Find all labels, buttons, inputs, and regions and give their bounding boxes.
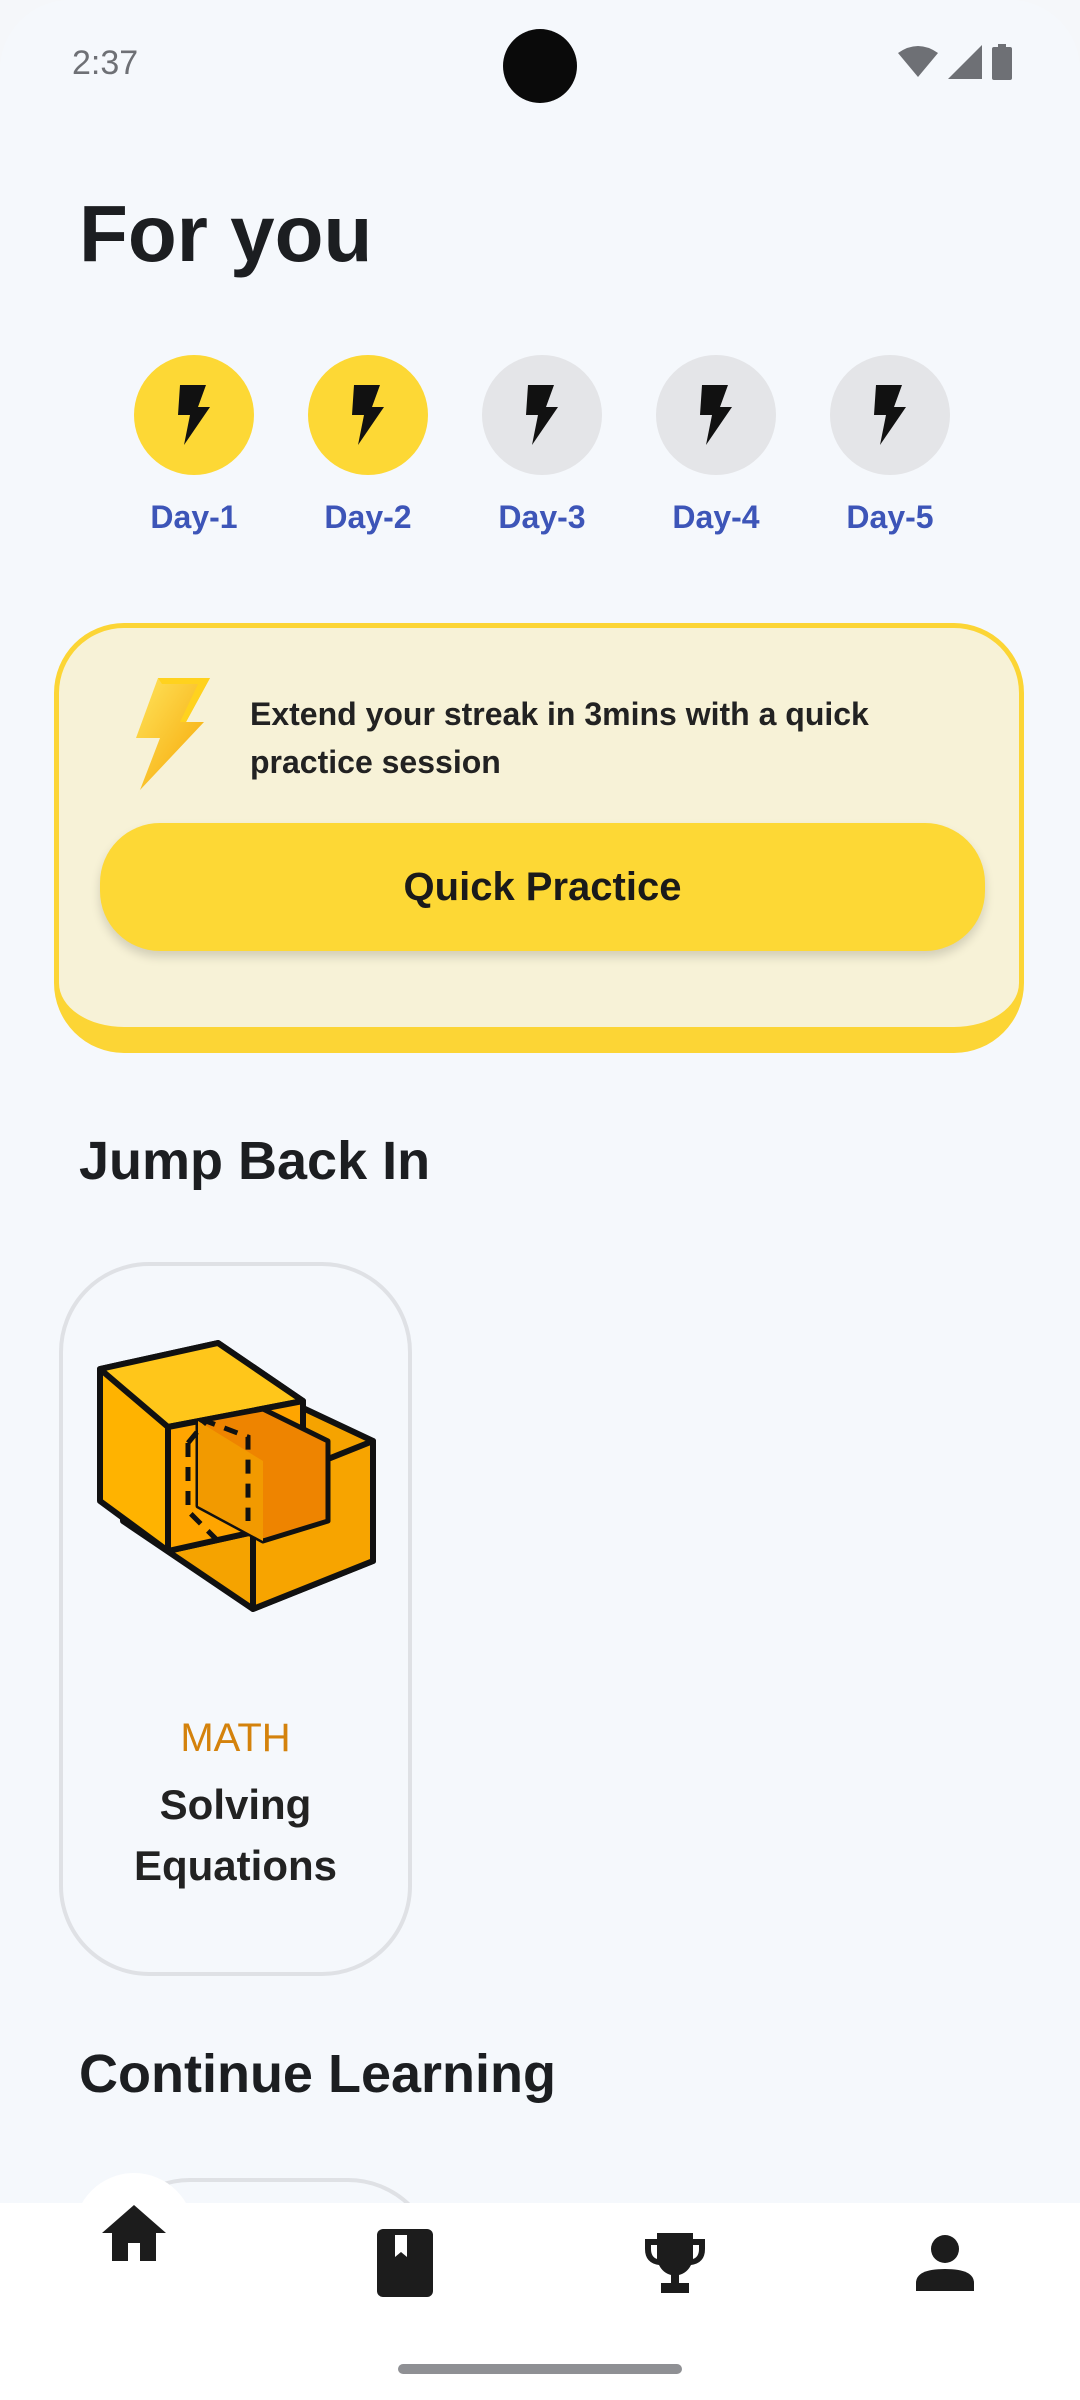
day-item: Day-4 xyxy=(656,355,776,536)
nav-leaderboard[interactable] xyxy=(615,2203,735,2323)
status-time: 2:37 xyxy=(72,44,139,82)
nav-home[interactable] xyxy=(74,2173,194,2293)
course-subject: MATH xyxy=(180,1716,291,1760)
continue-learning-title: Continue Learning xyxy=(79,2044,556,2104)
quick-practice-button[interactable]: Quick Practice xyxy=(100,823,985,951)
day-label: Day-3 xyxy=(498,499,586,535)
day-circle xyxy=(308,355,428,475)
nav-library[interactable] xyxy=(345,2203,465,2323)
day-label: Day-2 xyxy=(324,499,412,535)
jump-back-in-title: Jump Back In xyxy=(79,1131,431,1191)
day-circle xyxy=(656,355,776,475)
nav-profile[interactable] xyxy=(885,2203,1005,2323)
book-icon xyxy=(377,2229,433,2297)
course-card[interactable]: MATH Solving Equations xyxy=(59,1262,412,1976)
front-camera xyxy=(503,29,577,103)
day-item: Day-5 xyxy=(830,355,950,536)
battery-icon xyxy=(992,44,1012,80)
day-label: Day-4 xyxy=(672,499,760,535)
streak-days: Day-1 Day-2 Day-3 Day-4 Day-5 xyxy=(134,355,950,536)
course-name: Solving Equations xyxy=(133,1781,337,1889)
lightning-icon xyxy=(874,385,906,445)
gesture-home-bar[interactable] xyxy=(398,2364,682,2374)
lightning-icon xyxy=(178,385,210,445)
wifi-icon xyxy=(898,46,938,77)
profile-icon xyxy=(916,2235,974,2291)
lightning-icon xyxy=(526,385,558,445)
day-circle xyxy=(134,355,254,475)
day-circle xyxy=(482,355,602,475)
trophy-icon xyxy=(645,2233,705,2293)
day-circle xyxy=(830,355,950,475)
lightning-icon xyxy=(700,385,732,445)
day-label: Day-5 xyxy=(846,499,934,535)
day-item: Day-2 xyxy=(308,355,428,536)
day-label: Day-1 xyxy=(150,499,238,535)
lightning-bolt-icon xyxy=(136,678,210,790)
status-icons xyxy=(898,44,1012,80)
home-icon xyxy=(102,2205,166,2261)
day-item: Day-3 xyxy=(482,355,602,536)
lightning-icon xyxy=(352,385,384,445)
streak-message: Extend your streak in 3mins with a quick… xyxy=(250,696,869,780)
page-title: For you xyxy=(79,189,373,278)
cube-icon xyxy=(97,1340,376,1612)
day-item: Day-1 xyxy=(134,355,254,536)
screen: 2:37 For you Day-1 Day-2 Day-3 Day-4 Day… xyxy=(0,0,1080,2400)
signal-icon xyxy=(948,45,982,79)
streak-card: Extend your streak in 3mins with a quick… xyxy=(54,623,1024,1053)
